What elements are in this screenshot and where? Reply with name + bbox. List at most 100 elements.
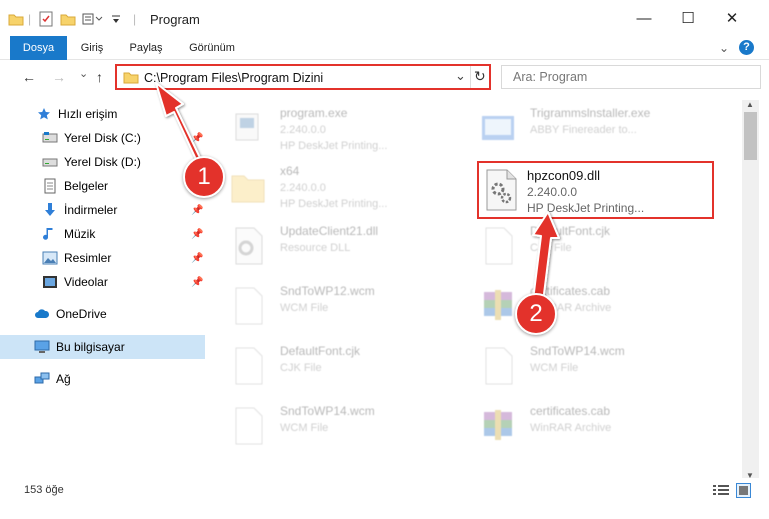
star-icon	[36, 106, 52, 122]
details-view-icon[interactable]	[713, 484, 729, 500]
pictures-icon	[42, 250, 58, 266]
file-name: UpdateClient21.dll	[280, 224, 379, 238]
sidebar-item-label: Yerel Disk (C:)	[64, 131, 141, 145]
file-description: HP DeskJet Printing...	[280, 140, 388, 152]
sidebar-item-label: OneDrive	[56, 307, 107, 321]
file-item[interactable]: program.exe 2.240.0.0 HP DeskJet Printin…	[210, 100, 460, 156]
file-name: DefaultFont.cjk	[530, 224, 611, 238]
sidebar-item-disk-c[interactable]: Yerel Disk (C:) 📌	[0, 126, 205, 150]
file-item[interactable]: certificates.cab WinRAR Archive	[460, 278, 710, 334]
scroll-up-icon[interactable]: ▲	[746, 100, 754, 109]
file-item[interactable]: SndToWP14.wcm WCM File	[460, 338, 710, 394]
file-item[interactable]: certificates.cab WinRAR Archive	[460, 398, 710, 454]
file-item[interactable]: DefaultFont.cjk CJK File	[210, 338, 460, 394]
tab-view[interactable]: Görünüm	[182, 36, 242, 60]
file-icon	[230, 346, 266, 386]
recent-locations-button[interactable]: ⌄	[79, 67, 88, 80]
large-icons-view-icon[interactable]	[736, 483, 751, 501]
search-box[interactable]: Ara: Program	[501, 65, 761, 89]
sidebar-item-music[interactable]: Müzik 📌	[0, 222, 205, 246]
sidebar-item-videos[interactable]: Videolar 📌	[0, 270, 205, 294]
sidebar-item-label: Müzik	[64, 227, 96, 241]
videos-icon	[42, 274, 58, 290]
folder-icon	[8, 10, 24, 28]
sidebar-item-label: Hızlı erişim	[58, 107, 118, 121]
drive-icon	[42, 130, 58, 146]
file-description: ABBY Finereader to...	[530, 124, 637, 136]
documents-icon	[42, 178, 58, 194]
folder-icon	[123, 70, 139, 87]
sidebar-item-label: Ağ	[56, 372, 71, 386]
customize-toolbar-icon[interactable]	[110, 10, 122, 28]
dll-gear-icon	[230, 226, 266, 266]
file-icon	[230, 286, 266, 326]
folder-icon	[230, 166, 266, 206]
back-button[interactable]: ←	[22, 69, 36, 85]
new-folder-icon[interactable]	[60, 10, 76, 28]
sidebar-item-documents[interactable]: Belgeler 📌	[0, 174, 205, 198]
file-item[interactable]: x64 2.240.0.0 HP DeskJet Printing...	[210, 158, 460, 214]
address-dropdown-button[interactable]: ⌄	[455, 68, 466, 84]
file-type: WCM File	[530, 362, 579, 374]
download-icon	[42, 202, 58, 218]
sidebar-item-pictures[interactable]: Resimler 📌	[0, 246, 205, 270]
file-name: SndToWP14.wcm	[530, 344, 625, 358]
file-icon	[480, 346, 516, 386]
sidebar-item-label: Resimler	[64, 251, 112, 265]
file-item[interactable]: SndToWP14.wcm WCM File	[210, 398, 460, 454]
ribbon-expand-button[interactable]: ⌄	[714, 36, 734, 60]
address-path[interactable]: C:\Program Files\Program Dizini	[144, 71, 323, 85]
sidebar-item-this-pc[interactable]: Bu bilgisayar	[0, 335, 205, 359]
file-item[interactable]: DefaultFont.cjk CJK File	[460, 218, 710, 274]
file-name: hpzcon09.dll	[527, 168, 600, 183]
file-version: 2.240.0.0	[280, 124, 326, 136]
highlighted-file-item[interactable]: hpzcon09.dll 2.240.0.0 HP DeskJet Printi…	[477, 161, 714, 219]
file-item[interactable]: Trigrammslnstaller.exe ABBY Finereader t…	[460, 100, 710, 156]
sidebar-item-downloads[interactable]: İndirmeler 📌	[0, 198, 205, 222]
file-name: x64	[280, 164, 300, 178]
vertical-scrollbar[interactable]: ▲ ▼	[742, 100, 759, 480]
navigation-pane: Hızlı erişim Yerel Disk (C:) 📌 Yerel Dis…	[0, 100, 210, 466]
file-icon	[480, 226, 516, 266]
status-bar: 153 öğe	[0, 478, 769, 504]
ribbon-tabs: Dosya Giriş Paylaş Görünüm ⌄ ?	[0, 36, 769, 92]
file-name: SndToWP12.wcm	[280, 284, 375, 298]
pin-icon[interactable]: 📌	[191, 277, 203, 288]
tab-share[interactable]: Paylaş	[122, 36, 170, 60]
refresh-button[interactable]: ↻	[474, 68, 486, 85]
up-button[interactable]: ↑	[96, 69, 103, 85]
file-item[interactable]: UpdateClient21.dll Resource DLL	[210, 218, 460, 274]
maximize-button[interactable]: ☐	[666, 0, 710, 36]
pin-icon[interactable]: 📌	[191, 133, 203, 144]
help-button[interactable]: ?	[739, 40, 754, 55]
archive-icon	[480, 286, 516, 326]
sidebar-item-label: Videolar	[64, 275, 108, 289]
forward-button[interactable]: →	[52, 69, 66, 85]
minimize-button[interactable]: —	[622, 0, 666, 36]
separator	[470, 66, 471, 88]
scrollbar-thumb[interactable]	[744, 112, 757, 160]
file-name: Trigrammslnstaller.exe	[530, 106, 651, 120]
sidebar-item-network[interactable]: Ağ	[0, 367, 205, 391]
pin-icon[interactable]: 📌	[191, 253, 203, 264]
file-version: 2.240.0.0	[280, 182, 326, 194]
search-input[interactable]: Ara: Program	[513, 70, 587, 84]
properties-icon[interactable]	[38, 10, 54, 28]
installer-icon	[480, 108, 516, 148]
step-badge-1: 1	[183, 156, 225, 198]
view-options-icon[interactable]	[82, 10, 104, 28]
close-button[interactable]: ✕	[710, 0, 754, 36]
sidebar-item-label: Bu bilgisayar	[56, 340, 125, 354]
file-item[interactable]: SndToWP12.wcm WCM File	[210, 278, 460, 334]
tab-home[interactable]: Giriş	[72, 36, 112, 60]
sidebar-item-disk-d[interactable]: Yerel Disk (D:) 📌	[0, 150, 205, 174]
sidebar-item-onedrive[interactable]: OneDrive	[0, 302, 205, 326]
address-bar[interactable]: C:\Program Files\Program Dizini ⌄ ↻	[115, 64, 491, 90]
sidebar-item-quick-access[interactable]: Hızlı erişim	[0, 102, 205, 126]
sidebar-item-label: İndirmeler	[64, 203, 118, 217]
pin-icon[interactable]: 📌	[191, 205, 203, 216]
file-type: WCM File	[280, 302, 329, 314]
window-title: Program	[150, 12, 200, 27]
pin-icon[interactable]: 📌	[191, 229, 203, 240]
drive-icon	[42, 154, 58, 170]
